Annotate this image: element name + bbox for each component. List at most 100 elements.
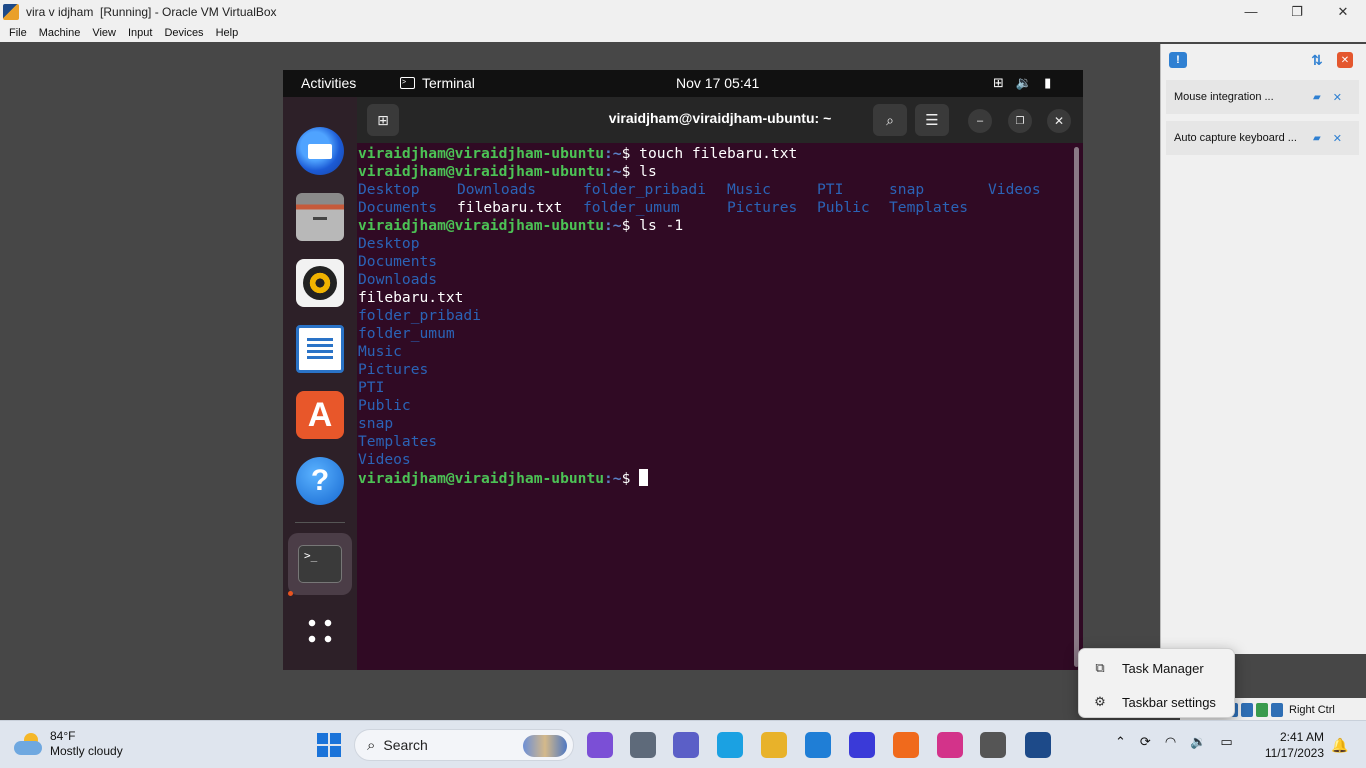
system-tray[interactable]: ⊞ 🔉 ▮ xyxy=(993,75,1051,91)
menu-input[interactable]: Input xyxy=(122,27,158,39)
command-text: touch filebaru.txt xyxy=(639,145,798,162)
menu-help[interactable]: Help xyxy=(210,27,245,39)
ubuntu-dock: A ? >_ xyxy=(283,97,357,670)
copilot-icon[interactable] xyxy=(587,732,613,758)
notification-bell-icon[interactable]: 🔔 xyxy=(1331,737,1348,754)
ls-entry: snap xyxy=(358,415,394,432)
ls-list-line: Templates xyxy=(358,433,1070,451)
terminal-close-button[interactable]: ✕ xyxy=(1047,109,1071,133)
terminal-scrollbar[interactable] xyxy=(1074,147,1079,667)
search-button[interactable]: ⌕ xyxy=(873,104,907,136)
menu-machine[interactable]: Machine xyxy=(33,27,87,39)
window-title: vira v idjham [Running] - Oracle VM Virt… xyxy=(26,4,277,19)
start-button[interactable] xyxy=(317,733,341,757)
menu-item-label: Taskbar settings xyxy=(1122,694,1216,710)
ls-entry: Desktop xyxy=(358,235,420,252)
menu-file[interactable]: File xyxy=(3,27,33,39)
minimize-button[interactable]: — xyxy=(1228,0,1274,23)
notification-toggle-icon[interactable]: ! xyxy=(1169,52,1187,68)
terminal-icon[interactable]: >_ xyxy=(288,533,352,595)
activities-button[interactable]: Activities xyxy=(301,75,356,91)
terminal-icon-face: >_ xyxy=(298,545,342,583)
teams-icon[interactable] xyxy=(673,732,699,758)
terminal-output[interactable]: viraidjham@viraidjham-ubuntu:~$ touch fi… xyxy=(358,145,1070,670)
volume-icon: 🔉 xyxy=(1015,75,1033,90)
instagram-icon[interactable] xyxy=(937,732,963,758)
taskbar-clock[interactable]: 2:41 AM 11/17/2023 xyxy=(1262,729,1324,761)
weather-temperature: 84°F xyxy=(50,729,76,743)
notification-item-auto-capture-keyboard[interactable]: Auto capture keyboard ... ▰ ✕ xyxy=(1166,121,1359,155)
sort-icon[interactable]: ⇅ xyxy=(1309,52,1325,68)
task-view-icon[interactable] xyxy=(630,732,656,758)
rhythmbox-icon[interactable] xyxy=(296,259,344,307)
app-center-icon[interactable]: A xyxy=(296,391,344,439)
pin-icon[interactable]: ▰ xyxy=(1313,133,1321,144)
clear-all-icon[interactable]: ✕ xyxy=(1337,52,1353,68)
edge-icon[interactable] xyxy=(717,732,743,758)
battery-icon[interactable]: ▭ xyxy=(1220,734,1232,750)
vm-display[interactable]: Activities > Terminal Nov 17 05:41 ⊞ 🔉 ▮… xyxy=(283,70,1083,670)
menu-item-taskbar-settings[interactable]: ⚙ Taskbar settings xyxy=(1085,687,1230,717)
virtualbox-title-bar: vira v idjham [Running] - Oracle VM Virt… xyxy=(0,0,1366,23)
dismiss-icon[interactable]: ✕ xyxy=(1333,91,1342,104)
files-icon[interactable] xyxy=(296,193,344,241)
menu-item-task-manager[interactable]: ⧉ Task Manager xyxy=(1085,653,1230,683)
menu-view[interactable]: View xyxy=(86,27,122,39)
speaker-icon[interactable]: 🔉 xyxy=(1190,734,1206,750)
clock-date: 11/17/2023 xyxy=(1264,746,1324,760)
notification-item-mouse-integration[interactable]: Mouse integration ... ▰ ✕ xyxy=(1166,80,1359,114)
mail-icon[interactable] xyxy=(805,732,831,758)
ls-list-line: Downloads xyxy=(358,271,1070,289)
terminal-maximize-button[interactable]: ❐ xyxy=(1008,109,1032,133)
battery-icon: ▮ xyxy=(1044,75,1052,90)
ls-entry: Downloads xyxy=(358,271,438,288)
wifi-icon[interactable]: ◠ xyxy=(1165,734,1176,750)
host-key-label: Right Ctrl xyxy=(1289,704,1335,716)
taskbar-context-menu: ⧉ Task Manager ⚙ Taskbar settings xyxy=(1078,648,1235,718)
app-menu[interactable]: > Terminal xyxy=(400,75,475,91)
ls-entry: snap xyxy=(889,181,925,198)
partly-cloudy-icon xyxy=(14,733,42,755)
libreoffice-writer-icon[interactable] xyxy=(296,325,344,373)
hamburger-menu-button[interactable]: ☰ xyxy=(915,104,949,136)
thunderbird-icon[interactable] xyxy=(296,127,344,175)
close-button[interactable]: ✕ xyxy=(1320,0,1366,23)
terminal-window[interactable]: ⊞ viraidjham@viraidjham-ubuntu: ~ ⌕ ☰ – … xyxy=(357,97,1083,670)
sync-icon[interactable]: ⟳ xyxy=(1140,734,1151,750)
restore-button[interactable]: ❐ xyxy=(1274,0,1320,23)
ls-entry: PTI xyxy=(817,181,844,198)
show-apps-icon[interactable] xyxy=(304,615,336,647)
terminal-minimize-button[interactable]: – xyxy=(968,109,992,133)
file-explorer-icon[interactable] xyxy=(761,732,787,758)
virtualbox-app-icon xyxy=(3,3,19,20)
minimize-icon: – xyxy=(976,115,984,127)
video-capture-icon[interactable] xyxy=(1241,703,1253,717)
command-text: ls -1 xyxy=(639,217,684,234)
ls-list-line: folder_umum xyxy=(358,325,1070,343)
weather-widget[interactable]: 84°F Mostly cloudy xyxy=(14,729,123,759)
virtualbox-manager-icon[interactable] xyxy=(980,732,1006,758)
notification-text: Mouse integration ... xyxy=(1174,91,1274,103)
mouse-integration-icon[interactable] xyxy=(1271,703,1283,717)
cpu-status-icon[interactable] xyxy=(1256,703,1268,717)
dismiss-icon[interactable]: ✕ xyxy=(1333,132,1342,145)
menu-devices[interactable]: Devices xyxy=(158,27,209,39)
prompt-path: :~ xyxy=(604,145,622,162)
help-icon[interactable]: ? xyxy=(296,457,344,505)
chevron-up-icon[interactable]: ⌃ xyxy=(1115,734,1126,750)
virtualbox-vm-icon[interactable] xyxy=(1025,732,1051,758)
ls-entry: Videos xyxy=(358,451,411,468)
ls-entry: Templates xyxy=(889,199,969,216)
ls-list-line: filebaru.txt xyxy=(358,289,1070,307)
command-text: ls xyxy=(639,163,657,180)
top-bar-clock[interactable]: Nov 17 05:41 xyxy=(676,75,759,91)
firefox-icon[interactable] xyxy=(893,732,919,758)
pin-icon[interactable]: ▰ xyxy=(1313,92,1321,103)
prompt-path: :~ xyxy=(604,470,622,487)
taskbar-search[interactable]: ⌕ Search xyxy=(354,729,574,761)
ls-entry: folder_umum xyxy=(358,325,455,342)
prompt-line: viraidjham@viraidjham-ubuntu:~$ ls xyxy=(358,163,1070,181)
close-icon: ✕ xyxy=(1053,114,1065,128)
menu-icon: ☰ xyxy=(925,112,939,129)
app-icon[interactable] xyxy=(849,732,875,758)
